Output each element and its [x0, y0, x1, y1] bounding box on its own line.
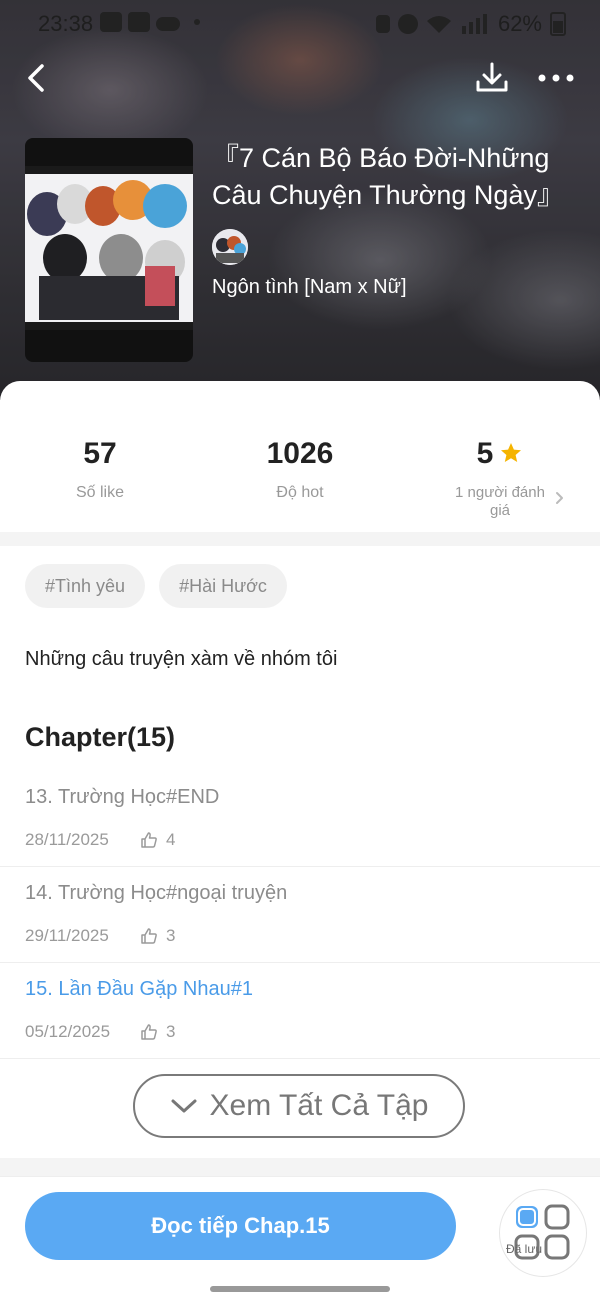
chapter-date: 28/11/2025 — [25, 830, 109, 849]
tag-chip[interactable]: #Hài Hước — [159, 564, 287, 608]
likes-count: 57 — [83, 437, 117, 470]
youtube-icon — [100, 12, 122, 32]
chapter-like-count: 3 — [166, 1022, 176, 1041]
likes-stat: 57 Số like — [0, 436, 200, 502]
chapter-row-current[interactable]: 15. Lần Đầu Gặp Nhau#1 05/12/2025 3 — [0, 962, 600, 1059]
more-options-button[interactable] — [534, 60, 578, 96]
gallery-icon — [128, 12, 150, 32]
author-avatar[interactable] — [212, 229, 248, 265]
section-divider — [0, 532, 600, 546]
rating-count-label: 1 người đánh giá — [455, 484, 545, 519]
cover-image — [25, 138, 193, 362]
hot-count: 1026 — [266, 437, 334, 470]
saved-label: Đã lưu — [506, 1242, 543, 1256]
chapter-title: 13. Trường Học#END — [25, 786, 220, 808]
wifi-icon — [426, 16, 451, 33]
download-icon — [476, 62, 508, 92]
chapter-like-count: 4 — [166, 830, 176, 849]
chapter-row[interactable]: 14. Trường Học#ngoại truyện 29/11/2025 3 — [0, 866, 600, 963]
home-indicator[interactable] — [210, 1286, 390, 1292]
cover-artwork — [25, 166, 193, 330]
battery-percent: 62% — [497, 11, 542, 36]
see-all-chapters-button[interactable]: Xem Tất Cả Tập — [133, 1074, 465, 1138]
back-arrow-icon — [28, 64, 44, 92]
chevron-down-icon — [171, 1099, 196, 1113]
status-time: 23:38 — [38, 11, 94, 36]
tag-list: #Tình yêu #Hài Hước — [25, 564, 287, 608]
novel-title: 『7 Cán Bộ Báo Đời-Những Câu Chuyện Thườn… — [212, 143, 564, 210]
download-button[interactable] — [472, 58, 512, 98]
star-icon — [501, 443, 522, 462]
battery-icon — [550, 12, 566, 36]
avatar-image — [212, 229, 248, 265]
thumbs-up-icon — [141, 832, 157, 848]
chapter-date: 05/12/2025 — [25, 1022, 111, 1041]
genre-label[interactable]: Ngôn tình [Nam x Nữ] — [212, 276, 407, 299]
chevron-right-icon[interactable] — [554, 488, 566, 508]
chapter-date: 29/11/2025 — [25, 926, 109, 945]
signal-icon — [461, 14, 487, 34]
chapter-row[interactable]: 13. Trường Học#END 28/11/2025 4 — [0, 770, 600, 867]
save-to-library-button[interactable]: Đã lưu — [500, 1190, 586, 1276]
novel-description: Những câu truyện xàm về nhóm tôi — [25, 648, 338, 670]
notification-dot-icon — [194, 19, 200, 25]
chapter-heading: Chapter(15) — [25, 722, 176, 752]
tag-chip[interactable]: #Tình yêu — [25, 564, 146, 608]
status-bar: 23:38 62% — [0, 0, 600, 48]
hot-stat: 1026 Độ hot — [200, 436, 400, 502]
see-all-label: Xem Tất Cả Tập — [209, 1089, 429, 1122]
likes-label: Số like — [75, 484, 125, 501]
chapter-title: 15. Lần Đầu Gặp Nhau#1 — [25, 978, 253, 1000]
cloud-icon — [156, 17, 180, 31]
battery-saver-icon — [375, 15, 390, 33]
section-divider — [0, 1158, 600, 1176]
rating-value: 5 — [476, 437, 494, 470]
back-button[interactable] — [18, 58, 58, 98]
rating-stat[interactable]: 5 1 người đánh giá — [400, 436, 600, 520]
thumbs-up-icon — [141, 1024, 157, 1040]
alarm-icon — [397, 14, 418, 34]
chapter-like-count: 3 — [166, 926, 176, 945]
thumbs-up-icon — [141, 928, 157, 944]
chapter-title: 14. Trường Học#ngoại truyện — [25, 882, 288, 904]
continue-reading-button[interactable]: Đọc tiếp Chap.15 — [25, 1192, 456, 1260]
hot-label: Độ hot — [276, 484, 324, 501]
more-dots-icon — [538, 74, 574, 82]
